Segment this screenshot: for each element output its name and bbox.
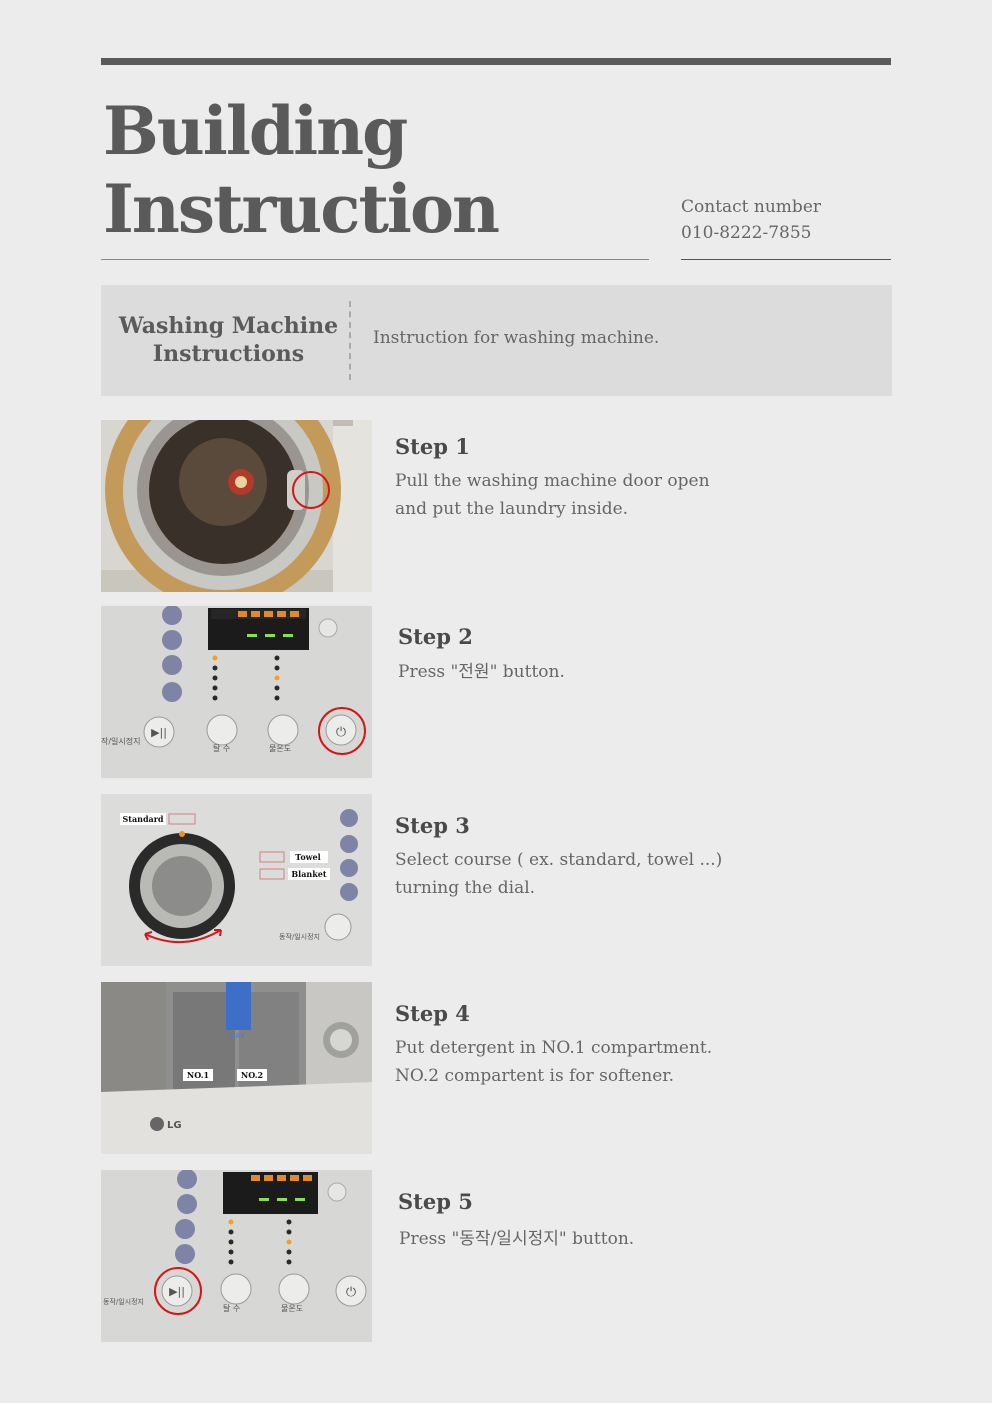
contact-number: 010-8222-7855 [681, 223, 812, 243]
step5-photo: ▶|| ⏻ 동작/일시정지 탈 수 물온도 [101, 1170, 372, 1342]
step4-brand-label: LG [167, 1120, 182, 1131]
step5-start-pause-label: 동작/일시정지 [103, 1297, 144, 1306]
page-title-line1: Building [103, 92, 408, 170]
step2-heading: Step 2 [398, 624, 473, 649]
step4-no1-label: NO.1 [187, 1070, 209, 1080]
section-title-line1: Washing Machine [118, 313, 339, 339]
step1-line1: Pull the washing machine door open [395, 471, 710, 491]
svg-text:⏻: ⏻ [346, 1285, 356, 1300]
section-description: Instruction for washing machine. [373, 328, 660, 348]
step4-heading: Step 4 [395, 1001, 470, 1026]
svg-text:⏻: ⏻ [336, 725, 346, 740]
step4-line1: Put detergent in NO.1 compartment. [395, 1038, 713, 1058]
step4-line2: NO.2 compartent is for softener. [395, 1066, 674, 1086]
step3-towel-label: Towel [295, 852, 320, 862]
step1-line2: and put the laundry inside. [395, 499, 629, 519]
step1-heading: Step 1 [395, 434, 470, 459]
step5-spin-label: 탈 수 [223, 1303, 240, 1313]
step3-photo: Standard Towel Blanket 동작/일시정지 [101, 794, 372, 966]
step2-line1: Press "전원" button. [398, 662, 565, 682]
page-title: Building Instruction [103, 92, 500, 248]
step5-line1: Press "동작/일시정지" button. [399, 1229, 635, 1249]
step1-text: Pull the washing machine door open and p… [395, 467, 710, 523]
step5-heading: Step 5 [398, 1189, 473, 1214]
page-title-line2: Instruction [103, 170, 500, 248]
step3-text: Select course ( ex. standard, towel ...)… [395, 846, 722, 902]
section-title: Washing Machine Instructions [101, 312, 356, 368]
step2-spin-label: 탈 수 [213, 743, 230, 753]
top-rule [101, 58, 891, 65]
step3-standard-label: Standard [122, 814, 163, 824]
step3-line1: Select course ( ex. standard, towel ...) [395, 850, 723, 870]
step1-photo [101, 420, 372, 592]
step2-photo: ▶|| ⏻ 작/일시정지 탈 수 물온도 [101, 606, 372, 778]
step3-start-pause-label: 동작/일시정지 [279, 932, 320, 941]
step2-temp-label: 물온도 [269, 744, 291, 753]
step3-heading: Step 3 [395, 813, 470, 838]
svg-text:▶||: ▶|| [151, 726, 167, 739]
contact-label: Contact number [681, 197, 822, 217]
section-divider [349, 301, 351, 380]
step2-text: Press "전원" button. [398, 658, 565, 686]
step4-max-label: MAX [229, 1032, 245, 1040]
section-title-line2: Instructions [152, 341, 305, 367]
step5-temp-label: 물온도 [281, 1304, 303, 1313]
contact-underline [681, 259, 891, 260]
step3-line2: turning the dial. [395, 878, 536, 898]
step4-photo: MAX NO.1 NO.2 LG [101, 982, 372, 1154]
svg-text:▶||: ▶|| [169, 1285, 185, 1298]
step2-start-pause-label: 작/일시정지 [101, 736, 141, 746]
step4-no2-label: NO.2 [241, 1070, 263, 1080]
step4-text: Put detergent in NO.1 compartment. NO.2 … [395, 1034, 712, 1090]
section-banner: Washing Machine Instructions Instruction… [101, 285, 892, 396]
step5-text: Press "동작/일시정지" button. [399, 1225, 634, 1253]
title-underline [101, 259, 649, 260]
step3-blanket-label: Blanket [291, 869, 326, 879]
